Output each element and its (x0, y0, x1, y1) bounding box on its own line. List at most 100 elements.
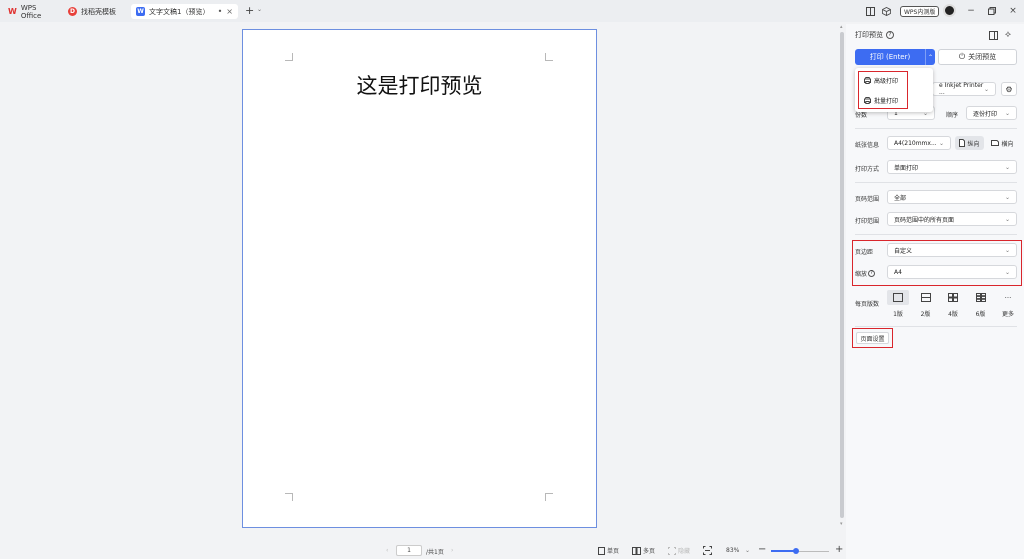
zoom-out-button[interactable]: − (758, 544, 766, 555)
document-heading: 这是打印预览 (356, 74, 483, 98)
page-corner-mark (545, 493, 553, 501)
page-corner-mark (545, 53, 553, 61)
printer-icon (864, 76, 871, 84)
multi-page-button[interactable]: 多页 (632, 546, 655, 555)
chevron-down-icon: ⌄ (1004, 215, 1010, 223)
more-dots-icon: ··· (1004, 293, 1012, 302)
per-sheet-6-option[interactable]: 6版 (970, 290, 992, 320)
scroll-up-icon[interactable]: ▴ (840, 24, 843, 30)
method-select[interactable]: 单面打印 ⌄ (887, 160, 1017, 174)
portrait-icon (959, 139, 966, 147)
print-button[interactable]: 打印 (Enter) (855, 49, 925, 65)
printer-value: e Inkjet Printer ... (939, 82, 984, 96)
close-preview-button[interactable]: ⏻ 关闭预览 (938, 49, 1017, 65)
section-divider (855, 128, 1017, 129)
section-divider (855, 182, 1017, 183)
section-divider (855, 234, 1017, 235)
per-sheet-option-label: 更多 (1001, 311, 1014, 318)
help-icon[interactable]: ? (868, 270, 876, 277)
hide-margin-button[interactable]: 隐藏 (668, 546, 690, 555)
panel-layout-icon[interactable] (989, 31, 998, 42)
help-icon[interactable]: ? (886, 31, 894, 39)
close-preview-label: 关闭预览 (968, 53, 997, 61)
close-tab-icon[interactable]: × (226, 7, 233, 16)
print-options-chevron-icon[interactable]: ⌃ (925, 49, 935, 65)
window-layout-icon[interactable] (864, 5, 876, 17)
six-page-layout-icon (970, 290, 992, 305)
per-sheet-2-option[interactable]: 2版 (915, 290, 937, 320)
method-value: 单面打印 (894, 164, 919, 172)
single-page-icon (598, 546, 605, 555)
page-corner-mark (285, 493, 293, 501)
tab-document-preview[interactable]: W 文字文稿1（预览） • × (131, 4, 238, 19)
range-select[interactable]: 全部 ⌄ (887, 190, 1017, 204)
vertical-scrollbar[interactable]: ▴ ▾ (838, 24, 846, 534)
scale-label-group: 缩放 ? (855, 269, 876, 278)
page-setup-button[interactable]: 页面设置 (856, 332, 889, 344)
next-page-icon[interactable]: › (451, 547, 453, 554)
new-tab-button[interactable]: + (245, 4, 254, 17)
multi-page-label: 多页 (643, 548, 656, 555)
scroll-thumb[interactable] (840, 32, 844, 518)
fit-page-icon[interactable] (703, 546, 712, 557)
paper-select[interactable]: A4(210mmx... ⌄ (887, 136, 951, 150)
landscape-button[interactable]: 横向 (988, 136, 1017, 150)
per-sheet-more-option[interactable]: ··· 更多 (997, 290, 1019, 320)
status-bar: ‹ 1 /共1页 › 单页 多页 隐藏 83% ⌄ − + (0, 544, 846, 559)
tab-label: 文字文稿1（预览） (149, 7, 210, 16)
multi-page-icon (632, 546, 641, 555)
wps-beta-badge[interactable]: WPS内测版 (900, 6, 940, 17)
wps-logo-icon: W (8, 7, 17, 16)
batch-print-menu-item[interactable]: 批量打印 (858, 93, 910, 107)
landscape-icon (991, 140, 1000, 146)
scope-select[interactable]: 页码范围中的所有页面 ⌄ (887, 212, 1017, 226)
portrait-button[interactable]: 纵向 (955, 136, 984, 150)
chevron-down-icon: ⌄ (1004, 109, 1010, 117)
tab-list-chevron-icon[interactable]: ⌄ (257, 6, 262, 13)
scale-value: A4 (894, 268, 902, 276)
chevron-down-icon: ⌄ (1004, 163, 1010, 171)
two-page-layout-icon (915, 290, 937, 305)
hide-margin-label: 隐藏 (678, 548, 691, 555)
preview-page: 这是打印预览 (242, 29, 597, 528)
zoom-level[interactable]: 83% (726, 547, 739, 554)
margin-label: 页边距 (855, 249, 874, 256)
docer-logo-icon: D (68, 7, 77, 16)
per-sheet-options: 1版 2版 4版 6版 ··· 更多 (887, 290, 1019, 320)
advanced-print-menu-item[interactable]: 高级打印 (858, 73, 910, 87)
printer-settings-gear-icon[interactable]: ⚙ (1001, 82, 1017, 96)
unsaved-dot-icon: • (217, 7, 223, 16)
per-sheet-4-option[interactable]: 4版 (942, 290, 964, 320)
tab-wps-office[interactable]: W WPS Office (3, 4, 61, 20)
advanced-print-label: 高级打印 (874, 77, 899, 85)
method-label: 打印方式 (855, 166, 880, 173)
batch-print-label: 批量打印 (874, 97, 899, 105)
single-page-button[interactable]: 单页 (598, 546, 619, 555)
zoom-slider-handle[interactable] (793, 548, 799, 554)
cube-icon[interactable] (880, 5, 892, 17)
scale-select[interactable]: A4 ⌄ (887, 265, 1017, 279)
writer-doc-icon: W (136, 7, 145, 16)
panel-pin-icon[interactable]: ⟡ (1005, 30, 1011, 40)
printer-select[interactable]: e Inkjet Printer ... ⌄ (932, 82, 996, 96)
zoom-dropdown-chevron-icon[interactable]: ⌄ (745, 547, 750, 554)
scope-value: 页码范围中的所有页面 (894, 216, 955, 224)
restore-icon[interactable] (986, 5, 998, 17)
avatar[interactable] (943, 4, 956, 17)
order-label: 顺序 (946, 112, 959, 119)
per-sheet-label: 每页版数 (855, 301, 880, 308)
tab-docer-templates[interactable]: D 找稻壳模板 (63, 4, 129, 19)
chevron-down-icon: ⌄ (938, 139, 944, 147)
close-window-icon[interactable]: × (1007, 5, 1019, 17)
margin-select[interactable]: 自定义 ⌄ (887, 243, 1017, 257)
panel-title: 打印预览 (855, 31, 883, 39)
scroll-down-icon[interactable]: ▾ (840, 521, 843, 527)
per-sheet-1-option[interactable]: 1版 (887, 290, 909, 320)
range-label: 页码范围 (855, 196, 880, 203)
minimize-icon[interactable]: − (965, 5, 977, 17)
zoom-in-button[interactable]: + (835, 544, 843, 555)
tab-label: 找稻壳模板 (81, 7, 116, 16)
prev-page-icon[interactable]: ‹ (386, 547, 388, 554)
order-select[interactable]: 逐份打印 ⌄ (966, 106, 1017, 120)
page-number-input[interactable]: 1 (396, 545, 422, 556)
